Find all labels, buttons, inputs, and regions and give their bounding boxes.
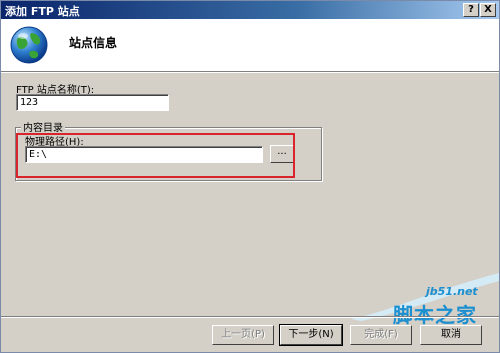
header-divider: [1, 72, 499, 73]
globe-icon: [10, 26, 48, 64]
footer-divider: [1, 316, 499, 318]
cancel-button[interactable]: 取消: [420, 325, 482, 345]
help-button[interactable]: ?: [463, 3, 479, 17]
finish-button[interactable]: 完成(F): [350, 325, 412, 345]
close-button[interactable]: X: [480, 3, 496, 17]
title-bar[interactable]: 添加 FTP 站点 ? X: [1, 1, 499, 19]
wizard-header: 站点信息: [1, 19, 499, 72]
prev-button[interactable]: 上一页(P): [212, 325, 274, 345]
highlight-annotation: [16, 133, 295, 178]
content-directory-label: 内容目录: [21, 119, 65, 134]
watermark-text: 脚本之家: [393, 303, 477, 327]
watermark-url: jb51.net: [426, 285, 478, 298]
add-ftp-site-dialog: 添加 FTP 站点 ? X 站点信息 FTP 站点名称(T): 123 内容目录…: [0, 0, 500, 353]
next-button[interactable]: 下一步(N): [279, 324, 343, 346]
site-name-input[interactable]: 123: [16, 94, 169, 111]
page-title: 站点信息: [69, 36, 118, 50]
window-title: 添加 FTP 站点: [5, 5, 80, 18]
